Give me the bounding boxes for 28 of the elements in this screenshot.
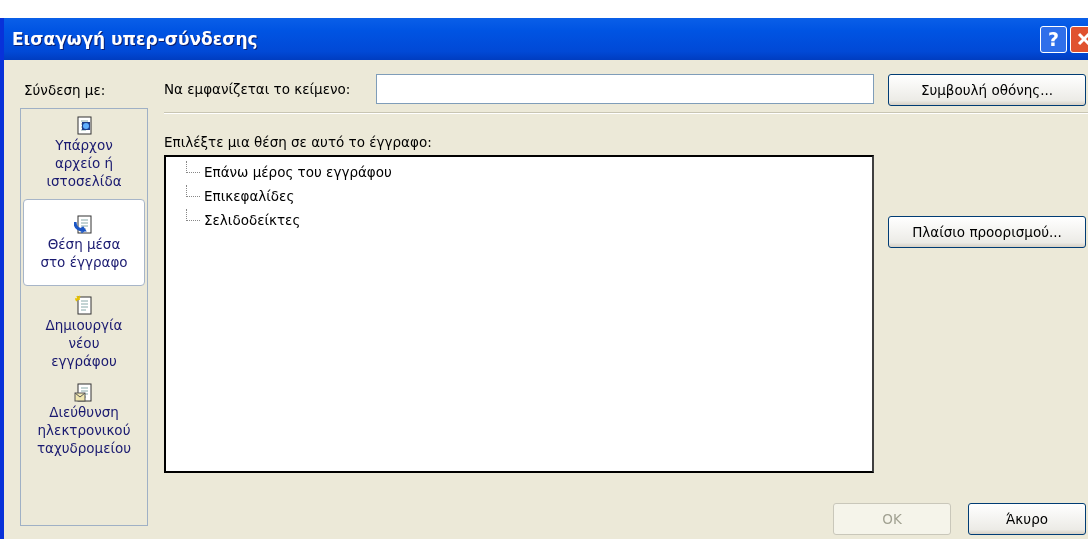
window-title: Εισαγωγή υπερ-σύνδεσης — [12, 29, 259, 49]
tree-item[interactable]: Επικεφαλίδες — [204, 188, 295, 204]
tree-item[interactable]: Σελιδοδείκτες — [204, 212, 301, 228]
link-type-label: Θέση μέσα στο έγγραφο — [39, 235, 129, 271]
close-icon — [1075, 31, 1088, 47]
link-type-item[interactable]: Υπάρχον αρχείο ή ιστοσελίδα — [23, 109, 145, 196]
link-type-label: Διεύθυνση ηλεκτρονικού ταχυδρομείου — [36, 403, 132, 457]
document-icon — [74, 115, 94, 136]
dialog-button[interactable]: Άκυρο — [968, 503, 1086, 535]
document-icon — [74, 295, 94, 316]
link-type-item[interactable]: Διεύθυνση ηλεκτρονικού ταχυδρομείου — [23, 376, 145, 463]
tree-connector — [186, 161, 200, 173]
text-to-display-field[interactable] — [376, 74, 874, 104]
tree-item[interactable]: Επάνω μέρος του εγγράφου — [204, 164, 392, 180]
document-icon — [74, 214, 94, 235]
target-frame-button[interactable]: Πλαίσιο προορισμού... — [888, 216, 1086, 248]
link-type-item[interactable]: Θέση μέσα στο έγγραφο — [23, 199, 145, 286]
link-to-label: Σύνδεση με: — [23, 81, 107, 100]
place-label: Επιλέξτε μια θέση σε αυτό το έγγραφο: — [164, 134, 433, 150]
link-type-item[interactable]: Δημιουργία νέου εγγράφου — [23, 289, 145, 376]
tree-connector — [186, 185, 200, 197]
link-type-label: Δημιουργία νέου εγγράφου — [44, 316, 124, 370]
screen-tip-button[interactable]: Συμβουλή οθόνης... — [888, 74, 1086, 106]
text-to-display-label: Να εμφανίζεται το κείμενο: — [164, 81, 351, 97]
tree-connector — [186, 209, 200, 221]
help-button[interactable]: ? — [1040, 25, 1067, 53]
link-type-label: Υπάρχον αρχείο ή ιστοσελίδα — [45, 136, 123, 190]
document-icon — [74, 382, 94, 403]
